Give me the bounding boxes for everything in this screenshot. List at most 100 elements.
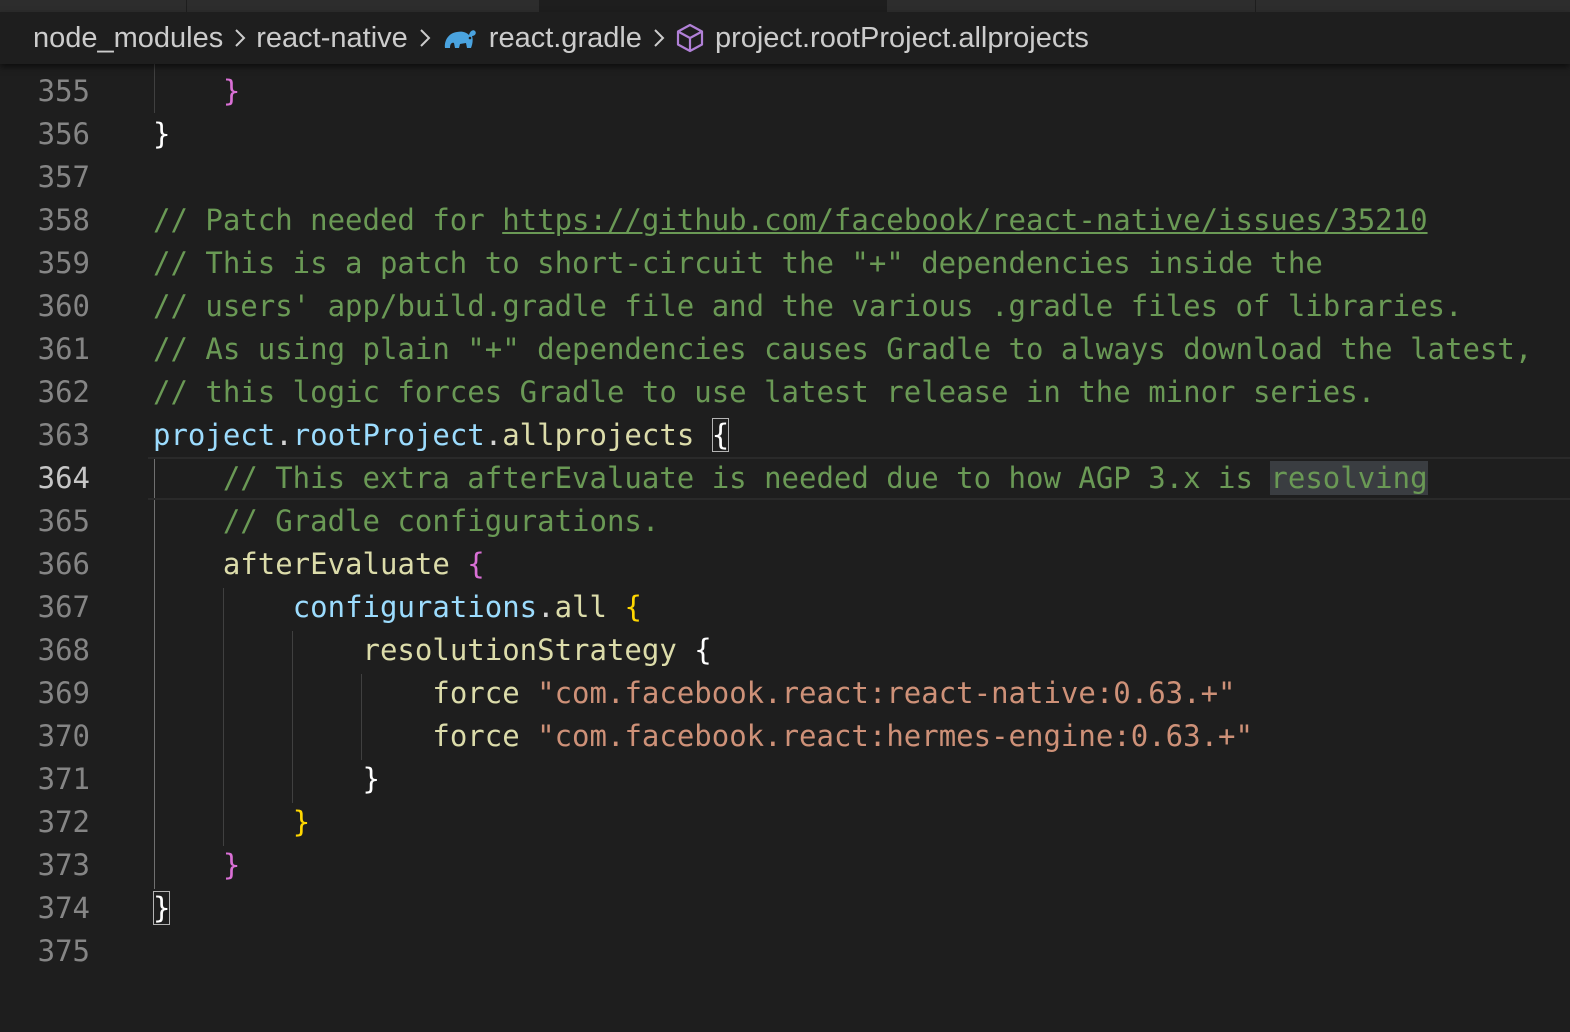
code-line[interactable]: 368 resolutionStrategy { bbox=[0, 629, 1570, 672]
code-line[interactable]: 373 } bbox=[0, 844, 1570, 887]
code-token: } bbox=[153, 891, 171, 925]
code-line[interactable]: 356} bbox=[0, 113, 1570, 156]
breadcrumb-label: node_modules bbox=[33, 21, 224, 54]
code-comment: // this logic forces Gradle to use lates… bbox=[153, 375, 1376, 409]
line-number: 358 bbox=[37, 203, 90, 237]
line-number: 372 bbox=[37, 805, 90, 839]
code-comment: resolving bbox=[1270, 461, 1428, 495]
line-number: 373 bbox=[37, 848, 90, 882]
code-line[interactable]: 359 // This is a patch to short-circuit t… bbox=[0, 242, 1570, 285]
code-token: "com.facebook.react:react-native:0.63.+" bbox=[537, 676, 1236, 710]
code-content: // Gradle configurations. bbox=[153, 500, 660, 543]
code-comment: // This extra afterEvaluate is needed du… bbox=[222, 461, 1271, 495]
code-line[interactable]: 358 // Patch needed for https://github.co… bbox=[0, 199, 1570, 242]
code-token: configurations bbox=[292, 590, 538, 624]
code-line[interactable]: 372 } bbox=[0, 801, 1570, 844]
line-number: 363 bbox=[37, 418, 90, 452]
line-number: 375 bbox=[37, 934, 90, 968]
editor-tab[interactable] bbox=[887, 0, 1256, 12]
code-token: { bbox=[624, 590, 642, 624]
line-number: 368 bbox=[37, 633, 90, 667]
line-number: 361 bbox=[37, 332, 90, 366]
line-number: 370 bbox=[37, 719, 90, 753]
code-editor[interactable]: 355 } 356} 357 358// Patch needed for https… bbox=[0, 64, 1570, 1032]
line-number: 355 bbox=[37, 74, 90, 108]
code-line[interactable]: 362 // this logic forces Gradle to use la… bbox=[0, 371, 1570, 414]
code-line[interactable]: 371 } bbox=[0, 758, 1570, 801]
code-content: // users' app/build.gradle file and the … bbox=[153, 285, 1462, 328]
code-comment: // Gradle configurations. bbox=[222, 504, 660, 538]
code-line[interactable]: 366 afterEvaluate { bbox=[0, 543, 1570, 586]
breadcrumb-item-react-gradle[interactable]: react.gradle bbox=[441, 22, 642, 55]
code-content: } bbox=[153, 844, 240, 887]
breadcrumb: node_modules react-native react.gradle p… bbox=[0, 12, 1570, 64]
code-line[interactable]: 367 configurations.all { bbox=[0, 586, 1570, 629]
chevron-right-icon bbox=[652, 27, 666, 49]
code-content: force "com.facebook.react:hermes-engine:… bbox=[153, 715, 1253, 758]
line-number: 365 bbox=[37, 504, 90, 538]
editor-tab-strip bbox=[0, 0, 1570, 12]
code-content: } bbox=[153, 801, 310, 844]
code-line[interactable]: 361 // As using plain "+" dependencies ca… bbox=[0, 328, 1570, 371]
code-content: // This is a patch to short-circuit the … bbox=[153, 242, 1323, 285]
code-token: . bbox=[484, 418, 503, 452]
code-token: { bbox=[694, 633, 712, 667]
code-content: } bbox=[153, 70, 240, 113]
code-line[interactable]: 369 force "com.facebook.react:react-nati… bbox=[0, 672, 1570, 715]
code-token: project bbox=[153, 418, 276, 452]
line-number: 371 bbox=[37, 762, 90, 796]
line-number: 362 bbox=[37, 375, 90, 409]
code-token: rootProject bbox=[292, 418, 485, 452]
code-token: } bbox=[153, 117, 171, 151]
code-line[interactable]: 355 } bbox=[0, 70, 1570, 113]
code-line[interactable]: 370 force "com.facebook.react:hermes-eng… bbox=[0, 715, 1570, 758]
code-comment: // This is a patch to short-circuit the … bbox=[153, 246, 1323, 280]
code-content: } bbox=[153, 887, 171, 930]
breadcrumb-item-node-modules[interactable]: node_modules bbox=[33, 22, 223, 55]
editor-tab[interactable] bbox=[187, 0, 540, 12]
code-token: } bbox=[362, 762, 380, 796]
code-comment: // users' app/build.gradle file and the … bbox=[153, 289, 1463, 323]
code-line[interactable]: 365 // Gradle configurations. bbox=[0, 500, 1570, 543]
code-content: // As using plain "+" dependencies cause… bbox=[153, 328, 1532, 371]
code-line[interactable]: 374} bbox=[0, 887, 1570, 930]
code-token: { bbox=[711, 418, 730, 452]
code-line[interactable]: 375 bbox=[0, 930, 1570, 973]
line-number: 357 bbox=[37, 160, 90, 194]
code-token: } bbox=[292, 805, 311, 839]
line-number: 369 bbox=[37, 676, 90, 710]
editor-tab[interactable] bbox=[1256, 0, 1570, 12]
code-line[interactable]: 364 // This extra afterEvaluate is neede… bbox=[0, 457, 1570, 500]
editor-tab[interactable] bbox=[0, 0, 187, 12]
code-token: allprojects bbox=[502, 418, 695, 452]
code-line[interactable]: 357 bbox=[0, 156, 1570, 199]
code-token: { bbox=[467, 547, 485, 581]
code-content: // This extra afterEvaluate is needed du… bbox=[153, 457, 1428, 500]
editor-tab-active[interactable] bbox=[540, 0, 887, 12]
breadcrumb-label: react.gradle bbox=[488, 21, 642, 54]
code-comment: // As using plain "+" dependencies cause… bbox=[153, 332, 1533, 366]
code-token: "com.facebook.react:hermes-engine:0.63.+… bbox=[537, 719, 1253, 753]
code-line[interactable]: 360 // users' app/build.gradle file and t… bbox=[0, 285, 1570, 328]
breadcrumb-item-project-root-project-allprojects[interactable]: project.rootProject.allprojects bbox=[675, 22, 1089, 55]
line-number: 366 bbox=[37, 547, 90, 581]
symbol-namespace-icon bbox=[675, 22, 705, 54]
code-content: } bbox=[153, 758, 380, 801]
line-number: 367 bbox=[37, 590, 90, 624]
code-token: force bbox=[432, 719, 520, 753]
gradle-elephant-icon bbox=[441, 23, 479, 53]
code-line[interactable]: 363 project.rootProject.allprojects { bbox=[0, 414, 1570, 457]
code-content: } bbox=[153, 113, 170, 156]
breadcrumb-item-react-native[interactable]: react-native bbox=[256, 22, 408, 55]
